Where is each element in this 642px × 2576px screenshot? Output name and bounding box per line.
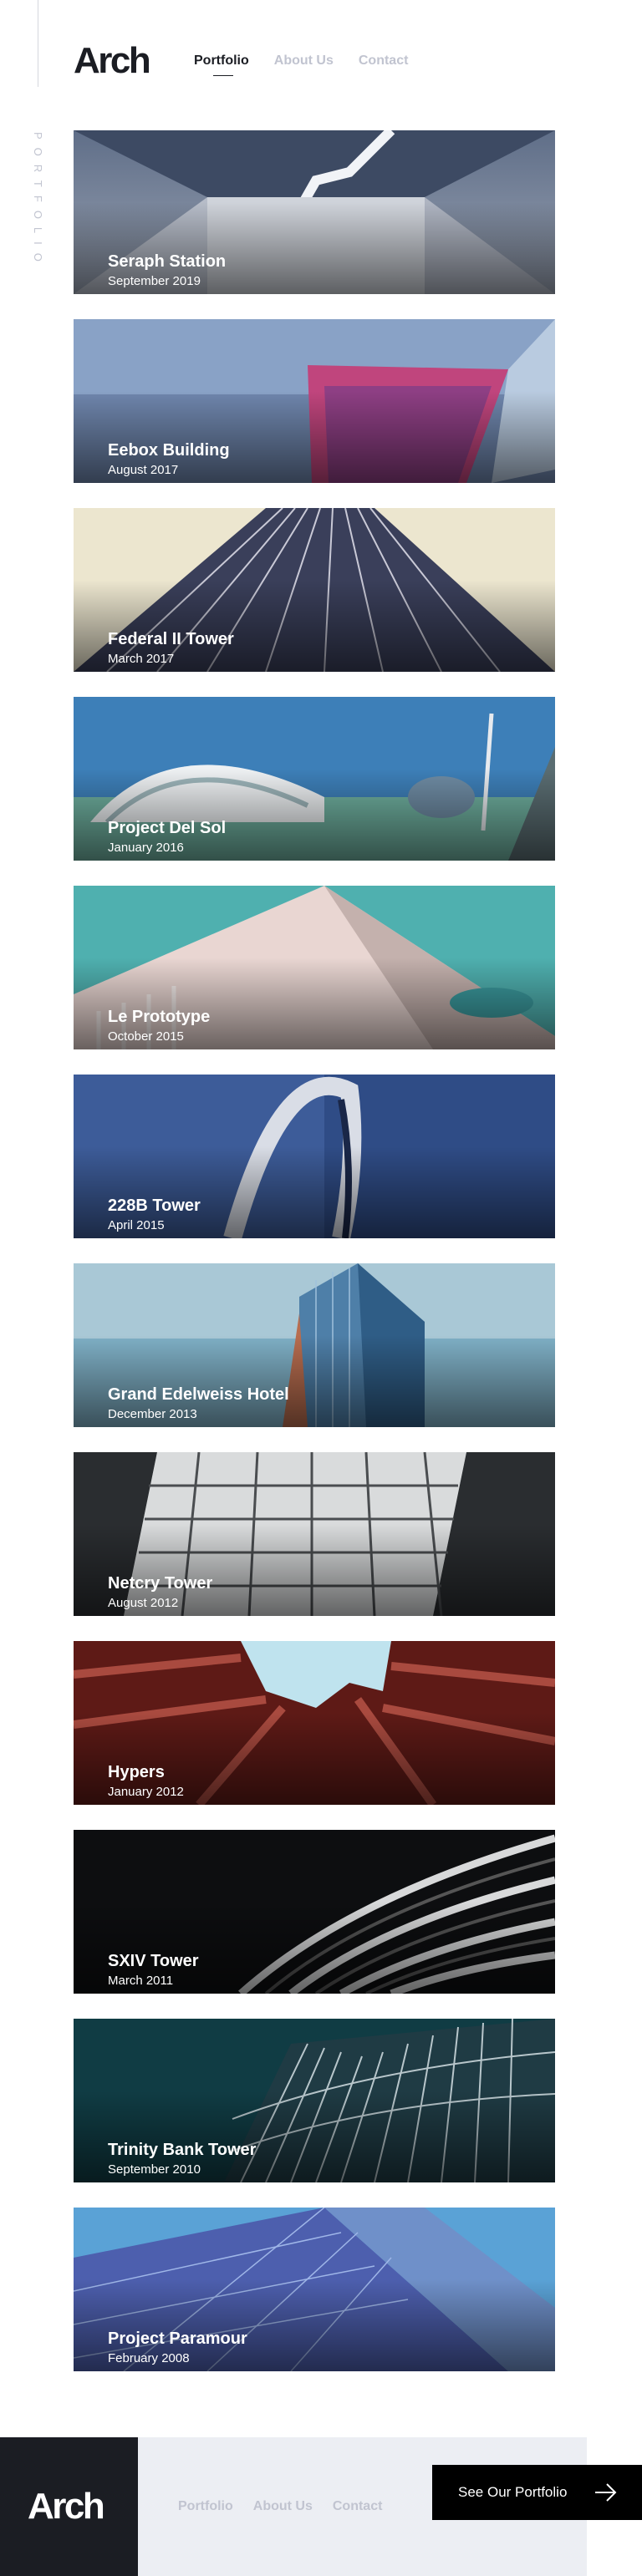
nav-contact[interactable]: Contact: [359, 53, 409, 69]
footer-logo[interactable]: Arch: [28, 2486, 105, 2528]
project-date: September 2010: [108, 2162, 201, 2177]
project-card-sxiv-tower[interactable]: SXIV Tower March 2011: [74, 1830, 555, 1994]
project-date: January 2012: [108, 1785, 184, 1799]
project-card-grand-edelweiss-hotel[interactable]: Grand Edelweiss Hotel December 2013: [74, 1263, 555, 1427]
project-date: April 2015: [108, 1218, 165, 1232]
side-label-portfolio: Portfolio: [32, 132, 44, 270]
project-date: August 2012: [108, 1596, 179, 1610]
project-date: January 2016: [108, 841, 184, 855]
project-card-project-del-sol[interactable]: Project Del Sol January 2016: [74, 697, 555, 861]
project-card-228b-tower[interactable]: 228B Tower April 2015: [74, 1075, 555, 1238]
footer-nav-portfolio[interactable]: Portfolio: [178, 2499, 233, 2514]
project-title: Hypers: [108, 1763, 165, 1781]
project-title: Le Prototype: [108, 1008, 211, 1026]
project-title: Netcry Tower: [108, 1574, 213, 1593]
project-title: Project Paramour: [108, 2330, 247, 2348]
project-title: SXIV Tower: [108, 1952, 199, 1970]
project-date: February 2008: [108, 2351, 190, 2365]
project-card-hypers[interactable]: Hypers January 2012: [74, 1641, 555, 1805]
project-card-le-prototype[interactable]: Le Prototype October 2015: [74, 886, 555, 1049]
arrow-right-icon: [595, 2483, 617, 2502]
project-title: 228B Tower: [108, 1197, 201, 1215]
project-date: October 2015: [108, 1029, 184, 1044]
project-title: Federal II Tower: [108, 630, 234, 648]
project-title: Seraph Station: [108, 252, 227, 271]
project-card-project-paramour[interactable]: Project Paramour February 2008: [74, 2208, 555, 2371]
project-card-netcry-tower[interactable]: Netcry Tower August 2012: [74, 1452, 555, 1616]
see-our-portfolio-button[interactable]: See Our Portfolio: [432, 2465, 642, 2520]
logo[interactable]: Arch: [74, 40, 151, 82]
nav-portfolio[interactable]: Portfolio: [194, 53, 249, 76]
project-title: Project Del Sol: [108, 819, 227, 837]
main-nav: Portfolio About Us Contact: [194, 53, 409, 76]
cta-label: See Our Portfolio: [458, 2484, 568, 2500]
project-date: March 2017: [108, 652, 175, 666]
footer-nav-about-us[interactable]: About Us: [253, 2499, 313, 2514]
project-title: Trinity Bank Tower: [108, 2141, 257, 2159]
project-date: September 2019: [108, 274, 201, 288]
project-list: Seraph Station September 2019 Eebox Buil…: [74, 130, 555, 2396]
project-date: March 2011: [108, 1974, 174, 1988]
project-date: December 2013: [108, 1407, 197, 1421]
nav-about-us[interactable]: About Us: [274, 53, 334, 69]
project-card-federal-ii-tower[interactable]: Federal II Tower March 2017: [74, 508, 555, 672]
project-card-eebox-building[interactable]: Eebox Building August 2017: [74, 319, 555, 483]
project-title: Grand Edelweiss Hotel: [108, 1385, 289, 1404]
footer-logo-box: Arch: [0, 2437, 138, 2576]
project-card-seraph-station[interactable]: Seraph Station September 2019: [74, 130, 555, 294]
project-title: Eebox Building: [108, 441, 230, 460]
project-card-trinity-bank-tower[interactable]: Trinity Bank Tower September 2010: [74, 2019, 555, 2182]
project-date: August 2017: [108, 463, 179, 477]
footer-nav: Portfolio About Us Contact: [178, 2499, 382, 2514]
footer-nav-contact[interactable]: Contact: [333, 2499, 383, 2514]
